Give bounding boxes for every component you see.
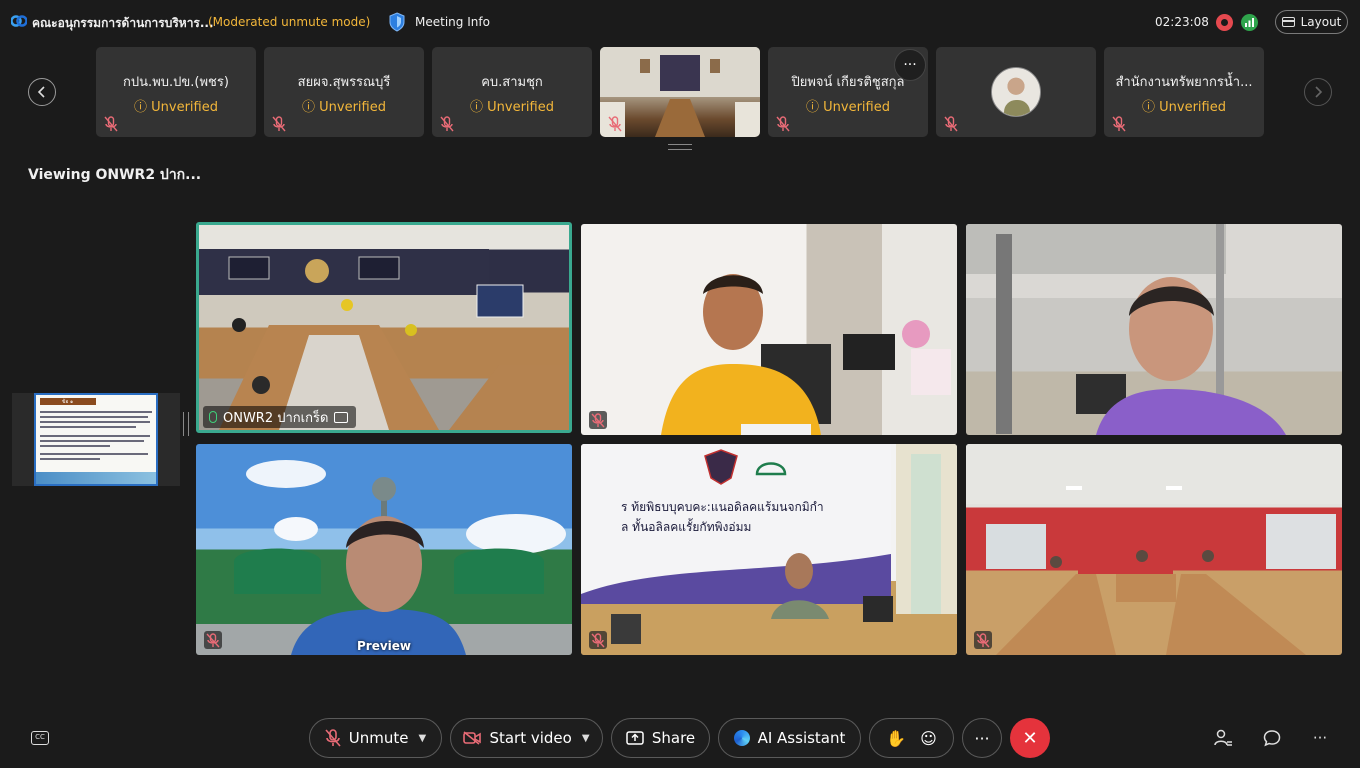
participant-video — [196, 460, 572, 655]
mic-on-icon — [209, 411, 217, 423]
video-tile-2[interactable] — [581, 224, 957, 435]
conference-room-video — [199, 249, 569, 430]
muted-mic-icon — [440, 116, 454, 132]
top-bar: คณะอนุกรรมการด้านการบริหาร... (Moderated… — [0, 0, 1360, 44]
participant-video — [966, 224, 1286, 435]
verification-status: ⓘ Unverified — [470, 100, 554, 115]
avatar — [991, 67, 1041, 117]
chat-icon[interactable] — [1262, 728, 1282, 748]
video-tile-6[interactable] — [966, 444, 1342, 655]
muted-mic-icon — [1112, 116, 1126, 132]
verification-status: ⓘ Unverified — [806, 100, 890, 115]
participant-tile-1[interactable]: กปน.พบ.ปข.(พชร) ⓘ Unverified — [96, 47, 256, 137]
meeting-info-link[interactable]: Meeting Info — [415, 15, 490, 29]
participant-tile-avatar[interactable] — [936, 47, 1096, 137]
participant-name: กปน.พบ.ปข.(พชร) — [123, 75, 229, 90]
reactions-group[interactable]: ✋ ☺ — [869, 718, 954, 758]
document-header: ข้อ ๑ — [40, 398, 96, 405]
filmstrip-resize-handle[interactable] — [668, 144, 692, 150]
network-signal-icon[interactable] — [1241, 14, 1258, 31]
participant-name: สยผจ.สุพรรณบุรี — [297, 75, 391, 90]
chevron-right-icon — [1315, 86, 1323, 98]
reaction-icon[interactable]: ☺ — [920, 729, 937, 748]
muted-mic-icon — [974, 631, 992, 649]
banner-line-1: ร ท้ยพิธบบุคบคะ:แนอดิลคแร้มนจกมิกำ — [621, 500, 824, 514]
muted-mic-icon — [325, 729, 341, 747]
filmstrip-prev-button[interactable] — [28, 78, 56, 106]
video-tile-active-speaker[interactable]: ONWR2 ปากเกร็ด — [196, 222, 572, 433]
layout-icon — [1281, 17, 1295, 27]
participants-icon[interactable] — [1213, 728, 1233, 748]
unmute-label: Unmute — [348, 729, 409, 747]
filmstrip-next-button[interactable] — [1304, 78, 1332, 106]
participant-name: สำนักงานทรัพยากรน้ำ... — [1115, 75, 1253, 90]
active-speaker-name-tag: ONWR2 ปากเกร็ด — [203, 406, 357, 428]
participant-tile-2[interactable]: สยผจ.สุพรรณบุรี ⓘ Unverified — [264, 47, 424, 137]
chevron-down-icon[interactable]: ▼ — [419, 733, 427, 744]
shield-icon[interactable] — [388, 12, 406, 32]
participant-tile-5[interactable]: สำนักงานทรัพยากรน้ำ... ⓘ Unverified — [1104, 47, 1264, 137]
share-button[interactable]: Share — [611, 718, 710, 758]
banner-line-2: ล ทั้นอลิลคแรั้ยกัทพิงอ่มม — [621, 520, 752, 534]
start-video-label: Start video — [489, 729, 572, 747]
participant-tile-3[interactable]: คบ.สามชุก ⓘ Unverified — [432, 47, 592, 137]
more-panels-icon[interactable]: ··· — [1310, 728, 1330, 748]
raise-hand-icon[interactable]: ✋ — [886, 729, 906, 748]
preview-label: Preview — [356, 639, 411, 653]
video-tile-4[interactable]: Preview — [196, 444, 572, 655]
video-off-icon — [463, 731, 482, 745]
webex-logo-icon — [11, 15, 27, 27]
muted-mic-icon — [944, 116, 958, 132]
viewing-label: Viewing ONWR2 ปาก... — [28, 167, 202, 183]
video-tile-3[interactable] — [966, 224, 1342, 435]
muted-mic-icon — [589, 411, 607, 429]
participant-name: คบ.สามชุก — [481, 75, 543, 90]
muted-mic-icon — [272, 116, 286, 132]
more-options-button[interactable]: ··· — [962, 718, 1002, 758]
verification-status: ⓘ Unverified — [134, 100, 218, 115]
unmute-button[interactable]: Unmute ▼ — [309, 718, 442, 758]
meeting-timer: 02:23:08 — [1155, 15, 1209, 29]
share-label: Share — [651, 729, 696, 747]
verification-status: ⓘ Unverified — [302, 100, 386, 115]
participant-video — [661, 274, 951, 435]
moderated-mode-label: (Moderated unmute mode) — [208, 15, 371, 29]
verification-status: ⓘ Unverified — [1142, 100, 1226, 115]
share-screen-icon — [626, 731, 644, 745]
muted-mic-icon — [608, 116, 622, 132]
ai-assistant-icon — [733, 730, 750, 746]
participant-video — [966, 444, 1342, 655]
video-tile-5[interactable]: ร ท้ยพิธบบุคบคะ:แนอดิลคแร้มนจกมิกำ ล ทั้… — [581, 444, 957, 655]
screen-share-icon — [334, 411, 349, 423]
layout-label: Layout — [1300, 15, 1342, 29]
participant-more-button[interactable]: ··· — [894, 49, 926, 81]
recording-icon[interactable] — [1216, 14, 1233, 31]
shared-content-thumbnail[interactable]: ข้อ ๑ — [12, 393, 180, 486]
meeting-room-video — [600, 47, 760, 137]
participant-tile-video[interactable] — [600, 47, 760, 137]
muted-mic-icon — [204, 631, 222, 649]
participant-video — [581, 444, 957, 655]
leave-meeting-button[interactable]: ✕ — [1010, 718, 1050, 758]
meeting-title: คณะอนุกรรมการด้านการบริหาร... — [32, 16, 214, 30]
muted-mic-icon — [104, 116, 118, 132]
chevron-down-icon[interactable]: ▼ — [582, 733, 590, 744]
closed-captions-icon[interactable]: CC — [31, 731, 49, 745]
panel-split-handle[interactable] — [183, 412, 189, 436]
start-video-button[interactable]: Start video ▼ — [450, 718, 603, 758]
close-icon: ✕ — [1022, 727, 1038, 749]
ai-assistant-button[interactable]: AI Assistant — [718, 718, 861, 758]
shared-document: ข้อ ๑ — [34, 393, 158, 486]
chevron-left-icon — [37, 86, 45, 98]
active-speaker-name: ONWR2 ปากเกร็ด — [223, 410, 329, 426]
layout-button[interactable]: Layout — [1275, 10, 1348, 34]
muted-mic-icon — [589, 631, 607, 649]
muted-mic-icon — [776, 116, 790, 132]
ai-assistant-label: AI Assistant — [757, 729, 846, 747]
